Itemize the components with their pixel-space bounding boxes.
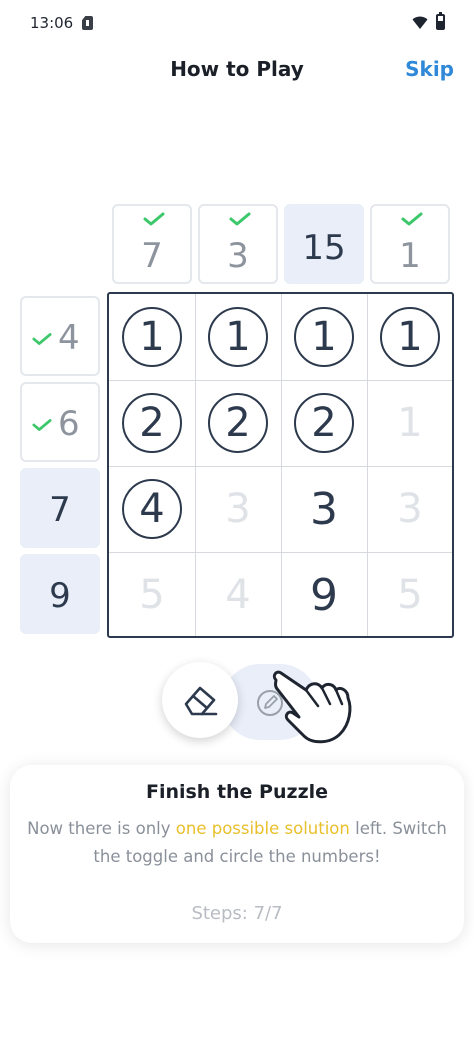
- row-clue-value: 4: [58, 318, 80, 358]
- grid-cell[interactable]: 1: [367, 294, 453, 380]
- row-clue: 7: [20, 468, 100, 548]
- puzzle-grid: 1111222143335495: [107, 292, 454, 638]
- grid-cell[interactable]: 4: [195, 552, 281, 638]
- cell-number: 9: [310, 569, 338, 621]
- card-title: Finish the Puzzle: [145, 781, 329, 803]
- row-clue: 9: [20, 554, 100, 634]
- circled-number: 2: [208, 393, 268, 453]
- cell-number: 5: [139, 572, 165, 618]
- circled-number: 4: [122, 479, 182, 539]
- sim-card-icon: [82, 16, 93, 30]
- row-clue: 4: [20, 296, 100, 376]
- circled-number: 1: [294, 307, 354, 367]
- grid-cell[interactable]: 3: [195, 466, 281, 552]
- grid-cell[interactable]: 5: [367, 552, 453, 638]
- grid-cell[interactable]: 2: [195, 380, 281, 466]
- column-clue: 3: [198, 204, 278, 284]
- grid-cell[interactable]: 2: [109, 380, 195, 466]
- grid-cell[interactable]: 3: [367, 466, 453, 552]
- skip-button[interactable]: Skip: [405, 57, 454, 81]
- column-clue-value: 7: [141, 236, 163, 276]
- battery-icon: [436, 12, 445, 30]
- check-icon: [229, 212, 251, 226]
- column-clue: 15: [284, 204, 364, 284]
- row-clue-value: 7: [49, 490, 71, 530]
- hand-pointer-icon: [272, 670, 352, 744]
- cell-number: 3: [397, 486, 423, 532]
- cell-number: 3: [310, 483, 338, 535]
- cell-number: 1: [397, 400, 423, 446]
- grid-cell[interactable]: 1: [195, 294, 281, 380]
- grid-cell[interactable]: 3: [281, 466, 367, 552]
- row-clue: 6: [20, 382, 100, 462]
- circled-number: 2: [122, 393, 182, 453]
- grid-cell[interactable]: 1: [367, 380, 453, 466]
- grid-cell[interactable]: 5: [109, 552, 195, 638]
- grid-cell[interactable]: 1: [281, 294, 367, 380]
- column-clue-value: 3: [227, 236, 249, 276]
- row-clue-value: 6: [58, 404, 80, 444]
- circled-number: 1: [208, 307, 268, 367]
- column-clue: 1: [370, 204, 450, 284]
- column-clue: 7: [112, 204, 192, 284]
- grid-cell[interactable]: 9: [281, 552, 367, 638]
- row-clue-value: 9: [49, 576, 71, 616]
- check-icon: [143, 212, 165, 226]
- card-text: Now there is only one possible solution …: [20, 815, 454, 871]
- circled-number: 2: [294, 393, 354, 453]
- check-icon: [32, 333, 52, 345]
- grid-cell[interactable]: 4: [109, 466, 195, 552]
- check-icon: [401, 212, 423, 226]
- steps-counter: Steps: 7/7: [191, 903, 283, 924]
- instruction-card: Finish the Puzzle Now there is only one …: [10, 765, 464, 943]
- status-time: 13:06: [30, 14, 74, 32]
- status-bar: 13:06: [0, 0, 474, 48]
- grid-cell[interactable]: 2: [281, 380, 367, 466]
- circled-number: 1: [122, 307, 182, 367]
- eraser-icon[interactable]: [180, 682, 220, 718]
- circled-number: 1: [380, 307, 440, 367]
- wifi-icon: [412, 16, 428, 29]
- cell-number: 5: [397, 572, 423, 618]
- check-icon: [32, 419, 52, 431]
- cell-number: 3: [225, 486, 251, 532]
- grid-cell[interactable]: 1: [109, 294, 195, 380]
- card-text-part: Now there is only: [27, 819, 176, 838]
- page-title: How to Play: [170, 57, 304, 81]
- column-clue-value: 1: [399, 236, 421, 276]
- column-clue-value: 15: [302, 228, 346, 268]
- card-text-highlight: one possible solution: [175, 819, 350, 838]
- cell-number: 4: [225, 572, 251, 618]
